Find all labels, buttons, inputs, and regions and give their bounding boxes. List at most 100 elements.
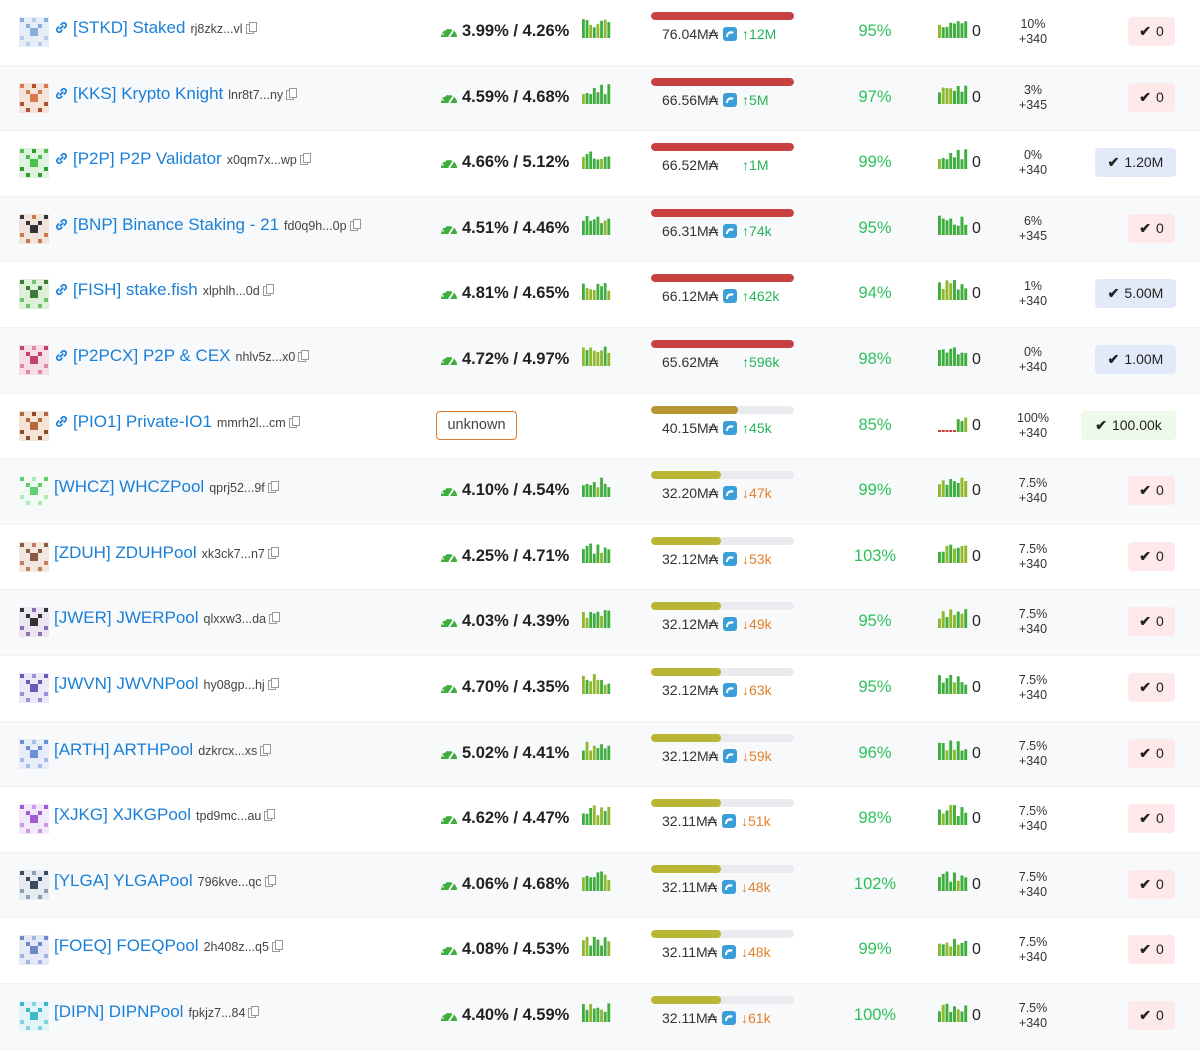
pledge-badge[interactable]: ✔ 0: [1128, 738, 1175, 768]
pool-name[interactable]: P2P Validator: [119, 149, 221, 168]
copy-button[interactable]: [269, 610, 281, 630]
pool-row[interactable]: [WHCZ] WHCZPool qprj52...9f 4.10% / 4.54% 3…: [0, 459, 1200, 525]
pool-avatar-cell: [19, 279, 49, 310]
pledge-badge[interactable]: ✔ 0: [1128, 869, 1175, 899]
pool-ticker[interactable]: [PIO1]: [73, 412, 121, 431]
link-icon-wrap[interactable]: [54, 348, 69, 368]
pool-row[interactable]: [DIPN] DIPNPool fpkjz7...84 4.40% / 4.59% 3…: [0, 983, 1200, 1050]
check-icon: ✔: [1139, 88, 1151, 105]
pledge-badge[interactable]: ✔ 0: [1128, 672, 1175, 702]
pool-row[interactable]: [BNP] Binance Staking - 21 fd0q9h...0p 4.5…: [0, 196, 1200, 263]
pool-row[interactable]: [YLGA] YLGAPool 796kve...qc 4.06% / 4.68% 3…: [0, 852, 1200, 919]
copy-button[interactable]: [262, 282, 275, 302]
pool-name[interactable]: Krypto Knight: [121, 84, 223, 103]
copy-button[interactable]: [267, 676, 280, 696]
copy-button[interactable]: [267, 545, 280, 565]
pool-name[interactable]: stake.fish: [126, 280, 198, 299]
fee-percent: 7.5%: [1018, 541, 1048, 556]
pool-address: nhlv5z...x0: [235, 349, 296, 364]
pool-address: dzkrcx...xs: [198, 743, 258, 758]
link-icon-wrap[interactable]: [54, 86, 69, 106]
copy-button[interactable]: [299, 151, 312, 171]
pledge-badge[interactable]: ✔ 0: [1128, 1000, 1175, 1030]
pool-row[interactable]: [KKS] Krypto Knight lnr8t7...ny 4.59% / 4.…: [0, 65, 1200, 132]
pool-row[interactable]: [JWER] JWERPool qlxxw3...da 4.03% / 4.39% 3…: [0, 590, 1200, 656]
link-icon-wrap[interactable]: [54, 151, 69, 171]
pool-ticker[interactable]: [JWER]: [54, 608, 112, 627]
pool-name[interactable]: P2P & CEX: [143, 346, 231, 365]
pledge-badge[interactable]: ✔ 0: [1128, 17, 1175, 46]
pool-name[interactable]: ZDUHPool: [115, 543, 196, 562]
copy-button[interactable]: [298, 348, 310, 368]
pool-name[interactable]: XJKGPool: [113, 805, 191, 824]
copy-button[interactable]: [245, 20, 258, 40]
pool-row[interactable]: [P2P] P2P Validator x0qm7x...wp 4.66% / 5.…: [0, 131, 1200, 197]
pool-avatar: [19, 869, 49, 900]
pool-name[interactable]: Staked: [133, 18, 186, 37]
pool-avatar: [19, 410, 49, 441]
pledge-badge[interactable]: ✔ 1.00M: [1095, 344, 1176, 374]
copy-button[interactable]: [260, 742, 272, 762]
apy-sparkline-chart: [582, 151, 611, 170]
copy-button[interactable]: [248, 1004, 260, 1024]
pool-row[interactable]: [ARTH] ARTHPool dzkrcx...xs 5.02% / 4.41% 3…: [0, 721, 1200, 788]
link-icon-wrap[interactable]: [54, 217, 69, 237]
check-icon: ✔: [1139, 547, 1151, 564]
copy-button[interactable]: [286, 86, 298, 106]
link-icon-wrap[interactable]: [54, 20, 69, 40]
pool-ticker[interactable]: [ARTH]: [54, 740, 109, 759]
pool-name-cell: [FOEQ] FOEQPool 2h408z...q5: [54, 936, 284, 958]
copy-button[interactable]: [267, 479, 280, 499]
pledge-badge[interactable]: ✔ 5.00M: [1095, 279, 1176, 309]
copy-button[interactable]: [288, 414, 301, 434]
pledge-badge[interactable]: ✔ 0: [1128, 607, 1175, 637]
pool-name[interactable]: JWVNPool: [116, 674, 198, 693]
pool-ticker[interactable]: [WHCZ]: [54, 477, 114, 496]
pledge-badge[interactable]: ✔ 0: [1128, 935, 1175, 965]
pool-name[interactable]: WHCZPool: [119, 477, 204, 496]
pool-row[interactable]: [P2PCX] P2P & CEX nhlv5z...x0 4.72% / 4.97…: [0, 327, 1200, 394]
pool-ticker[interactable]: [BNP]: [73, 215, 117, 234]
pledge-badge[interactable]: ✔ 1.20M: [1095, 148, 1176, 178]
pool-name[interactable]: YLGAPool: [113, 871, 192, 890]
pool-name[interactable]: DIPNPool: [109, 1002, 184, 1021]
blocks-sparkline-chart: [938, 1003, 968, 1022]
pool-ticker[interactable]: [JWVN]: [54, 674, 112, 693]
pool-ticker[interactable]: [YLGA]: [54, 871, 109, 890]
pool-ticker[interactable]: [ZDUH]: [54, 543, 111, 562]
copy-button[interactable]: [264, 873, 277, 893]
pool-row[interactable]: [ZDUH] ZDUHPool xk3ck7...n7 4.25% / 4.71% 3…: [0, 525, 1200, 591]
pool-row[interactable]: [STKD] Staked rj8zkz...vl 3.99% / 4.26% 76.…: [0, 0, 1200, 66]
pool-ticker[interactable]: [P2PCX]: [73, 346, 138, 365]
apy-sparkline-chart: [582, 871, 611, 891]
pool-ticker[interactable]: [FISH]: [73, 280, 121, 299]
pool-row[interactable]: [XJKG] XJKGPool tpd9mc...au 4.62% / 4.47% 3…: [0, 787, 1200, 853]
pool-ticker[interactable]: [DIPN]: [54, 1002, 104, 1021]
pool-row[interactable]: [FOEQ] FOEQPool 2h408z...q5 4.08% / 4.53% 3…: [0, 918, 1200, 984]
pool-name[interactable]: Binance Staking - 21: [122, 215, 279, 234]
pool-row[interactable]: [FISH] stake.fish xlphlh...0d 4.81% / 4.65…: [0, 262, 1200, 328]
pool-ticker[interactable]: [XJKG]: [54, 805, 108, 824]
pool-ticker[interactable]: [KKS]: [73, 84, 116, 103]
pool-name[interactable]: Private-IO1: [126, 412, 212, 431]
apy-text: 4.08% / 4.53%: [462, 940, 570, 959]
pool-row[interactable]: [PIO1] Private-IO1 mmrh2l...cm unknown 40.1…: [0, 394, 1200, 460]
pledge-badge[interactable]: ✔ 0: [1128, 804, 1175, 834]
pool-ticker[interactable]: [P2P]: [73, 149, 115, 168]
pool-name[interactable]: JWERPool: [116, 608, 198, 627]
copy-button[interactable]: [349, 217, 362, 237]
pool-ticker[interactable]: [FOEQ]: [54, 936, 112, 955]
pool-row[interactable]: [JWVN] JWVNPool hy08gp...hj 4.70% / 4.35% 3…: [0, 656, 1200, 722]
pool-name[interactable]: ARTHPool: [113, 740, 193, 759]
pledge-badge[interactable]: ✔ 0: [1128, 476, 1175, 506]
link-icon-wrap[interactable]: [54, 282, 69, 302]
pledge-badge[interactable]: ✔ 0: [1128, 82, 1175, 112]
copy-button[interactable]: [271, 938, 284, 958]
pool-ticker[interactable]: [STKD]: [73, 18, 128, 37]
copy-button[interactable]: [264, 807, 276, 827]
link-icon-wrap[interactable]: [54, 414, 69, 434]
pool-name[interactable]: FOEQPool: [116, 936, 198, 955]
pledge-badge[interactable]: ✔ 0: [1128, 541, 1175, 571]
pledge-badge[interactable]: ✔ 100.00k: [1081, 410, 1176, 440]
pledge-badge[interactable]: ✔ 0: [1128, 213, 1175, 243]
